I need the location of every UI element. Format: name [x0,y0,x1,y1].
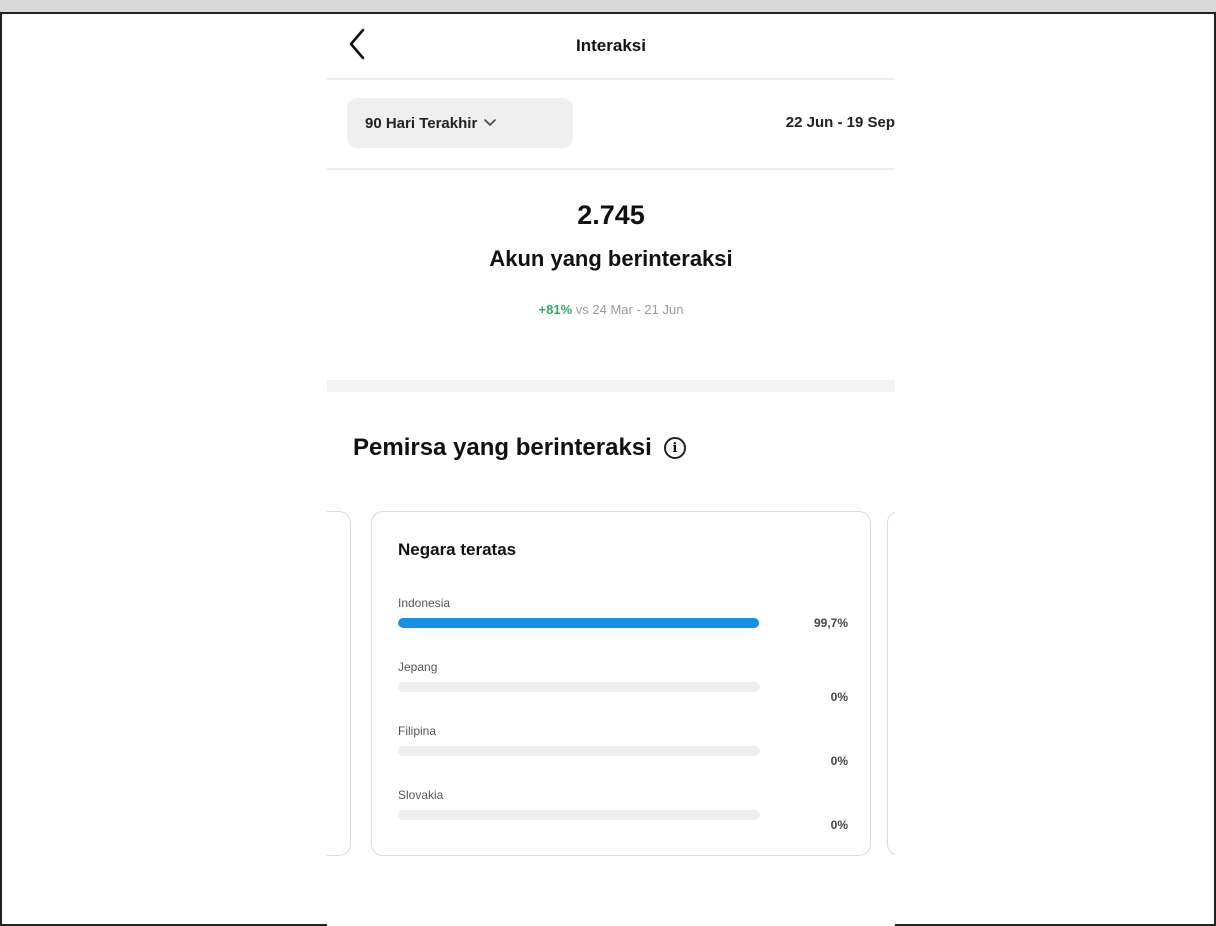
previous-card[interactable] [327,511,351,856]
country-row: Jepang 0% [398,660,860,710]
country-row: Indonesia 99,7% [398,596,860,646]
header: Interaksi [327,14,895,78]
country-label: Jepang [398,660,438,674]
country-row: Filipina 0% [398,724,860,774]
country-bar-track [398,746,760,756]
country-label: Indonesia [398,596,451,610]
country-bar-track [398,618,760,628]
country-percent: 0% [830,690,848,704]
date-range-dropdown-label: 90 Hari Terakhir [365,114,478,132]
top-countries-card: Negara teratas Indonesia 99,7% Jepang 0%… [371,511,871,856]
country-row: Slovakia 0% [398,788,860,838]
country-percent: 0% [830,754,848,768]
section-divider [327,380,895,392]
phone-screen: Interaksi 90 Hari Terakhir 22 Jun - 19 S… [327,14,895,926]
country-label: Slovakia [398,788,444,802]
country-label: Filipina [398,724,437,738]
country-percent: 99,7% [813,616,848,630]
info-icon[interactable]: i [663,437,686,459]
header-divider [327,78,895,80]
next-card[interactable] [887,511,895,856]
country-bar-fill [398,618,759,628]
country-bar-track [398,810,760,820]
filter-divider [327,168,895,170]
card-title: Negara teratas [398,540,517,559]
stat-label: Akun yang berinteraksi [489,246,733,271]
page-title: Interaksi [576,36,646,55]
chevron-down-icon [483,115,497,132]
audience-title-text: Pemirsa yang berinteraksi [353,434,652,461]
stat-change: +81% [538,302,573,317]
audience-section-title: Pemirsa yang berinteraksi i [353,434,686,462]
country-percent: 0% [830,818,848,832]
top-strip [0,0,1216,14]
stat-comparison: +81% vs 24 Mar - 21 Jun [327,302,895,317]
stat-value: 2.745 [577,200,645,230]
date-range-dropdown[interactable]: 90 Hari Terakhir [347,98,573,148]
country-bar-track [398,682,760,692]
stat-compare-text: vs 24 Mar - 21 Jun [575,302,684,317]
date-range-text: 22 Jun - 19 Sep [785,114,895,131]
